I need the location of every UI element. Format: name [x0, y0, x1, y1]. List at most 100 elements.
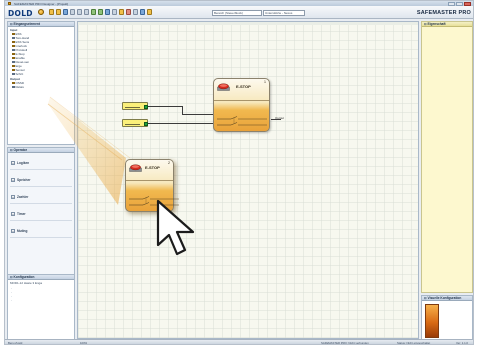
- operators-panel-title: Operator: [13, 147, 27, 152]
- paste-icon[interactable]: [84, 9, 89, 15]
- zoom-level[interactable]: 100%: [80, 341, 87, 344]
- element-type-icon: [12, 72, 15, 76]
- undo-icon[interactable]: [91, 9, 96, 15]
- operator-group[interactable]: + Speicher: [10, 173, 72, 187]
- dold-logo: DOLD: [8, 9, 33, 18]
- element-list: Input ESS Two-Hand ESS Sens Interlock Protoko…: [8, 28, 74, 89]
- operators-panel: ⊟ Operator + Logiken + Speicher + Zaehler + Tim…: [7, 147, 75, 280]
- grid-icon[interactable]: [112, 9, 117, 15]
- cut-icon[interactable]: [70, 9, 75, 15]
- save-icon[interactable]: [63, 9, 68, 15]
- connector-pin[interactable]: [143, 104, 148, 109]
- output-label: Output: [275, 116, 285, 120]
- input-tag[interactable]: [122, 119, 148, 127]
- logo-mark-icon: [38, 9, 44, 15]
- collapse-icon[interactable]: ⊟: [10, 148, 13, 153]
- configuration-item: -: [11, 298, 12, 302]
- toolbar: DOLD Bereich (Steuerblock) Unterstützte …: [5, 6, 473, 19]
- language-select[interactable]: Unterstützte - Nexus: [263, 10, 305, 16]
- block-title: E-STOP: [145, 165, 160, 170]
- toolbar-icon-row: [49, 9, 152, 15]
- align-icon[interactable]: [119, 9, 124, 15]
- collapse-icon[interactable]: ⊟: [10, 275, 13, 280]
- connector-pin[interactable]: [143, 121, 148, 126]
- properties-panel: ⊟ Eigenschaft: [421, 21, 473, 293]
- redo-icon[interactable]: [98, 9, 103, 15]
- expand-icon[interactable]: +: [11, 177, 15, 182]
- operator-group-label: Speicher: [17, 177, 31, 182]
- open-icon[interactable]: [56, 9, 61, 15]
- wire: [148, 123, 213, 124]
- collapse-icon[interactable]: ⊟: [424, 22, 427, 27]
- wire: [182, 114, 213, 115]
- emergency-stop-icon: [129, 164, 142, 172]
- minimize-button[interactable]: [448, 1, 455, 6]
- visual-configuration-title: Visuelle Konfiguration: [427, 295, 462, 300]
- module-preview-image: [425, 304, 439, 338]
- operator-group-label: Logiken: [17, 160, 30, 165]
- block-circuit-diagram: [217, 116, 267, 126]
- elements-panel-title: Eingangselement: [13, 21, 40, 26]
- element-type-icon: [12, 60, 15, 64]
- operator-group[interactable]: + Zaehler: [10, 190, 72, 204]
- element-type-icon: [12, 48, 15, 52]
- status-left: Benu Zustd: [8, 341, 23, 345]
- operators-panel-header[interactable]: ⊟ Operator: [8, 148, 74, 153]
- print-icon[interactable]: [133, 9, 138, 15]
- operator-group-label: Muting: [17, 228, 28, 233]
- element-label: Schrit: [15, 72, 24, 76]
- configuration-panel: ⊟ Konfiguration MOD1-12 Haste 3 Enga ---…: [7, 274, 75, 341]
- input-tag[interactable]: [122, 102, 148, 110]
- operator-group-label: Timer: [17, 211, 26, 216]
- brand-label: SAFEMASTER PRO: [416, 10, 471, 16]
- new-icon[interactable]: [49, 9, 54, 15]
- collapse-icon[interactable]: ⊟: [10, 22, 13, 27]
- element-type-icon: [12, 52, 15, 56]
- element-type-icon: [12, 32, 15, 36]
- operator-group[interactable]: + Logiken: [10, 156, 72, 170]
- properties-panel-header[interactable]: ⊟ Eigenschaft: [422, 22, 472, 27]
- block-title: E-STOP: [236, 84, 251, 89]
- expand-icon[interactable]: +: [11, 160, 15, 165]
- operator-group[interactable]: + Timer: [10, 207, 72, 221]
- operator-group-label: Zaehler: [17, 194, 29, 199]
- expand-icon[interactable]: +: [11, 194, 15, 199]
- element-type-icon: [12, 81, 15, 85]
- element-type-icon: [12, 68, 15, 72]
- device-status: Status: Nicht eingeschaltet: [397, 341, 431, 345]
- window-controls: [448, 1, 471, 6]
- close-button[interactable]: [464, 1, 471, 6]
- collapse-icon[interactable]: ⊟: [424, 296, 427, 301]
- window-title: SAFEMASTER PRO Designer - [Projekt]: [14, 1, 69, 6]
- operator-group[interactable]: + Muting: [10, 224, 72, 238]
- block-header: E-STOP 1: [214, 79, 269, 101]
- search-input[interactable]: Bereich (Steuerblock): [212, 10, 262, 16]
- copy-icon[interactable]: [77, 9, 82, 15]
- canvas-ruler: [78, 22, 418, 25]
- status-bar: Benu Zustd 100% SAFEMASTER PRO: Nicht ve…: [5, 339, 473, 344]
- expand-icon[interactable]: +: [11, 228, 15, 233]
- element-list-item[interactable]: Schrit: [8, 72, 74, 76]
- elements-panel: ⊟ Eingangselement Input ESS Two-Hand ESS Se…: [7, 21, 75, 145]
- elements-panel-header[interactable]: ⊟ Eingangselement: [8, 22, 74, 27]
- properties-panel-title: Eigenschaft: [427, 21, 446, 26]
- block-header: E-STOP 2: [126, 160, 173, 182]
- element-type-icon: [12, 64, 15, 68]
- zoom-icon[interactable]: [105, 9, 110, 15]
- application-window: SAFEMASTER PRO Designer - [Projekt] DOLD: [4, 0, 474, 345]
- maximize-button[interactable]: [456, 1, 463, 6]
- element-label: Relais: [15, 85, 24, 89]
- delete-icon[interactable]: [126, 9, 131, 15]
- version-label: Ver: 1.1.0: [456, 341, 468, 345]
- element-type-icon: [12, 36, 15, 40]
- help-icon[interactable]: [147, 9, 152, 15]
- emergency-stop-icon: [217, 83, 230, 91]
- element-list-item[interactable]: Relais: [8, 85, 74, 89]
- visual-configuration-header[interactable]: ⊟ Visuelle Konfiguration: [422, 296, 472, 301]
- estop-block[interactable]: E-STOP 1: [213, 78, 270, 132]
- settings-icon[interactable]: [140, 9, 145, 15]
- expand-icon[interactable]: +: [11, 211, 15, 216]
- design-canvas[interactable]: E-STOP 1 Output E-STOP 2: [77, 21, 419, 339]
- wire: [182, 106, 183, 114]
- configuration-list: ----: [8, 286, 74, 302]
